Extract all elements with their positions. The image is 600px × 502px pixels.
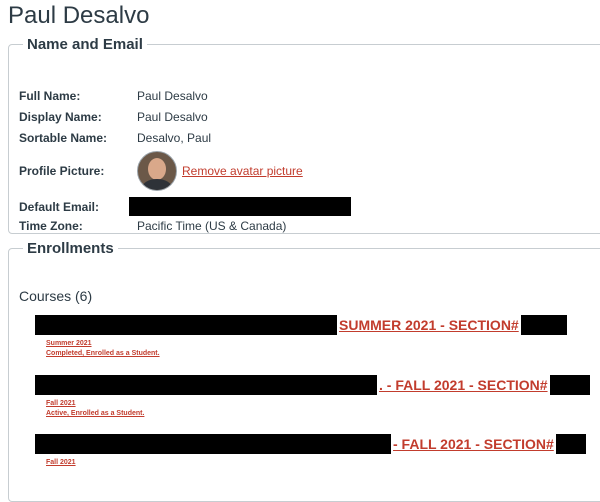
- course-term-link[interactable]: Fall 2021: [46, 399, 76, 409]
- full-name-row: Full Name: Paul Desalvo: [19, 89, 208, 103]
- course-link[interactable]: - FALL 2021 - SECTION#: [35, 434, 586, 454]
- default-email-redaction: [129, 197, 351, 216]
- time-zone-label: Time Zone:: [19, 219, 83, 233]
- course-name[interactable]: SUMMER 2021 - SECTION#: [337, 317, 521, 333]
- course-link[interactable]: . - FALL 2021 - SECTION#: [35, 375, 590, 395]
- sortable-name-row: Sortable Name: Desalvo, Paul: [19, 131, 211, 145]
- course-name-redaction: [555, 434, 586, 454]
- profile-picture-row: Profile Picture: Remove avatar picture: [19, 151, 303, 191]
- full-name-label: Full Name:: [19, 89, 81, 103]
- display-name-value: Paul Desalvo: [137, 110, 208, 124]
- name-and-email-section: Name and Email Full Name: Paul Desalvo D…: [8, 36, 600, 234]
- course-name[interactable]: - FALL 2021 - SECTION#: [391, 436, 556, 452]
- course-name-redaction: [35, 315, 337, 335]
- course-name-redaction: [35, 375, 377, 395]
- course-term-link[interactable]: Summer 2021: [46, 339, 92, 349]
- time-zone-row: Time Zone: Pacific Time (US & Canada): [19, 219, 286, 233]
- page-title: Paul Desalvo: [8, 2, 150, 29]
- enrollments-legend: Enrollments: [27, 240, 114, 257]
- avatar-body: [142, 179, 172, 190]
- full-name-value: Paul Desalvo: [137, 89, 208, 103]
- sortable-name-label: Sortable Name:: [19, 131, 108, 145]
- default-email-row: Default Email:: [19, 197, 351, 216]
- remove-avatar-link[interactable]: Remove avatar picture: [182, 164, 303, 178]
- avatar: [137, 151, 177, 191]
- display-name-row: Display Name: Paul Desalvo: [19, 110, 208, 124]
- course-status-link[interactable]: Active, Enrolled as a Student.: [46, 409, 144, 419]
- sortable-name-value: Desalvo, Paul: [137, 131, 212, 145]
- courses-title: Courses (6): [19, 288, 93, 304]
- default-email-label: Default Email:: [19, 199, 100, 214]
- time-zone-value: Pacific Time (US & Canada): [137, 219, 287, 233]
- course-name-redaction: [520, 315, 567, 335]
- avatar-head: [148, 158, 166, 180]
- course-term-link[interactable]: Fall 2021: [46, 458, 76, 468]
- course-name[interactable]: . - FALL 2021 - SECTION#: [377, 377, 550, 393]
- course-status-link[interactable]: Completed, Enrolled as a Student.: [46, 349, 160, 359]
- course-link[interactable]: SUMMER 2021 - SECTION#: [35, 315, 567, 335]
- display-name-label: Display Name:: [19, 110, 102, 124]
- name-and-email-legend: Name and Email: [27, 36, 143, 53]
- course-name-redaction: [549, 375, 590, 395]
- course-name-redaction: [35, 434, 391, 454]
- profile-picture-label: Profile Picture:: [19, 164, 105, 178]
